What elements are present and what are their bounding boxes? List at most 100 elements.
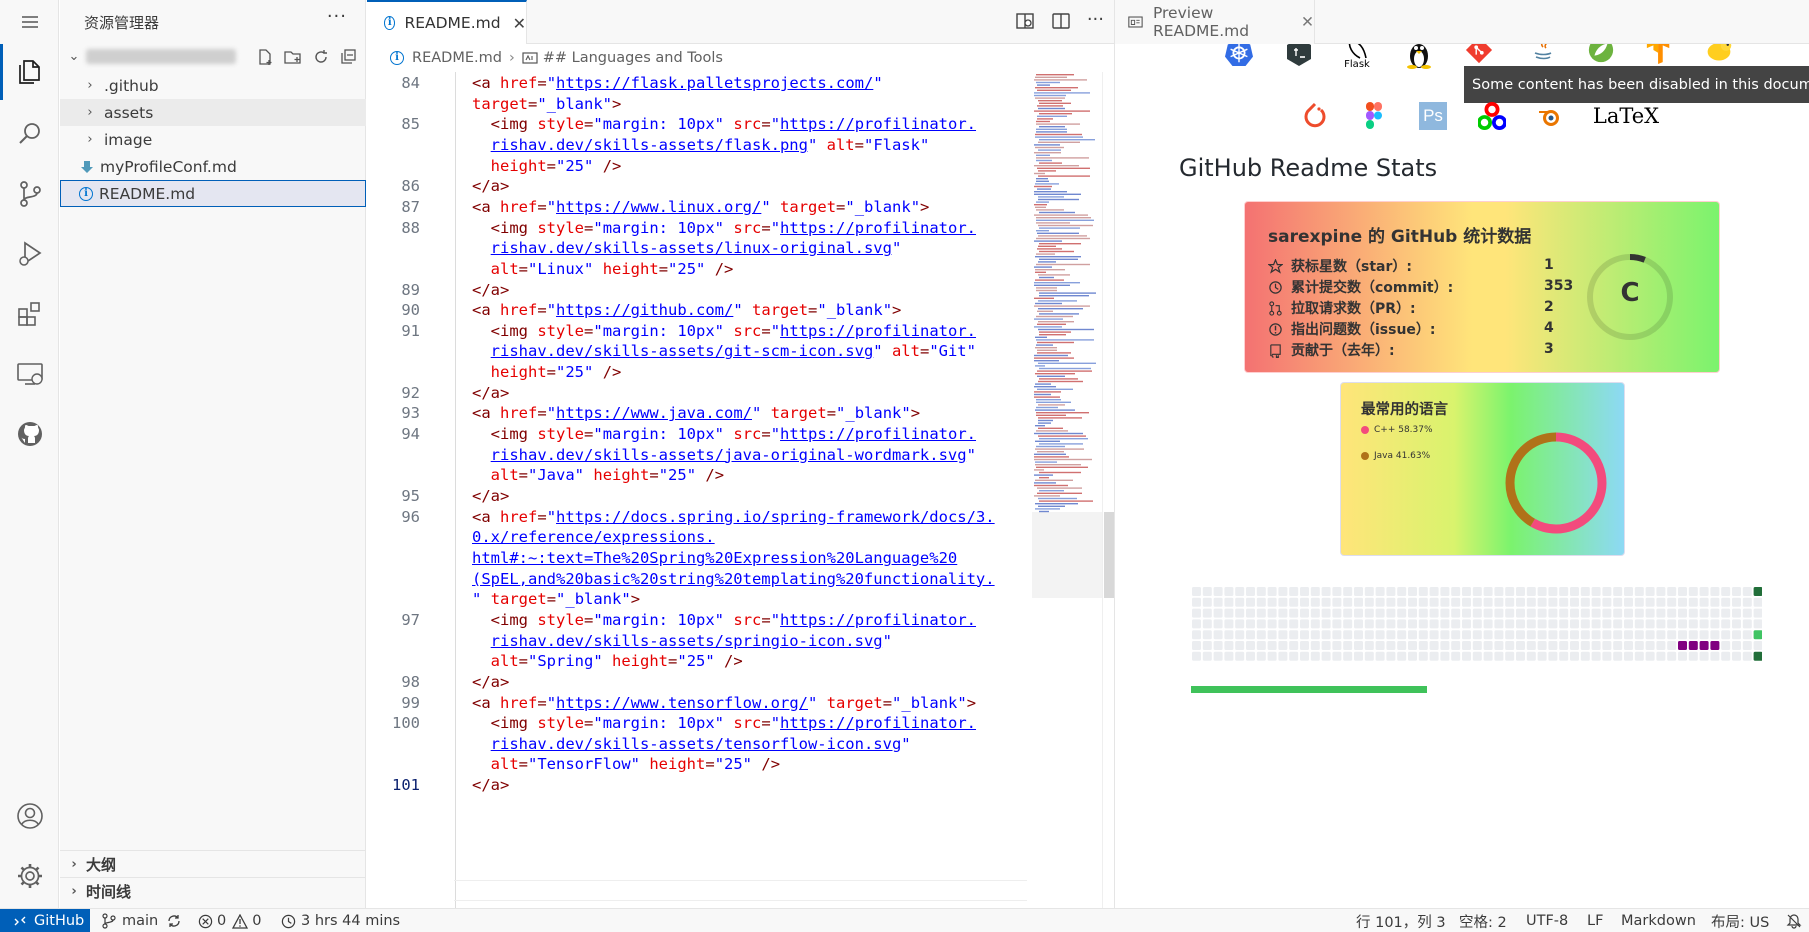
bash-icon[interactable] — [1285, 44, 1313, 66]
workspace-folder-header[interactable]: ⌄ — [60, 44, 366, 72]
code-line[interactable]: </a> — [472, 487, 509, 505]
open-preview-side-icon[interactable] — [1015, 11, 1035, 31]
more-actions-icon[interactable]: ··· — [1087, 11, 1104, 31]
settings-gear-icon[interactable] — [0, 848, 59, 904]
tab-preview-readme[interactable]: Preview README.md ✕ — [1115, 0, 1315, 44]
tree-file-readme[interactable]: i README.md — [60, 180, 366, 207]
new-folder-icon[interactable] — [284, 48, 302, 66]
breadcrumb-section[interactable]: ## Languages and Tools — [543, 50, 723, 66]
encoding-indicator[interactable]: UTF-8 — [1526, 909, 1568, 932]
code-line[interactable]: (SpEL,and%20basic%20string%20templating%… — [472, 570, 995, 588]
extensions-icon[interactable] — [0, 286, 59, 342]
spring-icon[interactable] — [1587, 44, 1615, 64]
code-line[interactable]: alt="Java" height="25" /> — [472, 466, 724, 484]
source-control-icon[interactable] — [0, 166, 59, 222]
collapse-all-icon[interactable] — [340, 48, 358, 66]
linux-icon[interactable] — [1405, 44, 1433, 69]
code-line[interactable]: rishav.dev/skills-assets/java-original-w… — [472, 446, 976, 464]
scrollbar-thumb[interactable] — [1104, 512, 1114, 598]
code-line[interactable]: rishav.dev/skills-assets/tensorflow-icon… — [472, 735, 911, 753]
code-line[interactable]: </a> — [472, 384, 509, 402]
code-line[interactable]: <img style="margin: 10px" src="https://p… — [472, 322, 976, 340]
explorer-icon[interactable] — [0, 44, 59, 100]
code-editor[interactable]: 84 <a href="https://flask.palletsprojects… — [367, 72, 1027, 908]
code-line[interactable]: <a href="https://www.linux.org/" target=… — [472, 198, 929, 216]
wakatime-indicator[interactable]: 3 hrs 44 mins — [281, 909, 400, 932]
top-languages-card[interactable]: 最常用的语言 C++ 58.37% Java 41.63% — [1340, 382, 1625, 556]
code-line[interactable]: height="25" /> — [472, 363, 622, 381]
code-line[interactable]: rishav.dev/skills-assets/linux-original.… — [472, 239, 902, 257]
notifications-bell-icon[interactable] — [1786, 909, 1802, 932]
preview-content[interactable]: Flask Some content has been disabled in … — [1115, 44, 1809, 908]
blender-icon[interactable] — [1536, 102, 1564, 130]
run-debug-icon[interactable] — [0, 226, 59, 282]
search-icon[interactable] — [0, 106, 59, 162]
refresh-icon[interactable] — [312, 48, 330, 66]
menu-icon[interactable] — [0, 0, 59, 44]
code-line[interactable]: " target="_blank"> — [472, 590, 640, 608]
outline-section-header[interactable]: › 大纲 — [60, 850, 366, 877]
tab-readme[interactable]: i README.md ✕ — [367, 0, 527, 44]
language-mode-indicator[interactable]: Markdown — [1621, 909, 1696, 932]
java-icon[interactable] — [1529, 44, 1557, 64]
code-line[interactable]: </a> — [472, 177, 509, 195]
remote-indicator[interactable]: GitHub — [0, 909, 90, 932]
tensorflow-icon[interactable] — [1645, 44, 1673, 64]
code-line[interactable]: rishav.dev/skills-assets/springio-icon.s… — [472, 632, 892, 650]
cursor-position[interactable]: 行 101，列 3 — [1356, 909, 1446, 932]
code-line[interactable]: height="25" /> — [472, 157, 622, 175]
tree-folder-image[interactable]: › image — [60, 126, 366, 153]
account-icon[interactable] — [0, 788, 59, 844]
code-line[interactable]: <a href="https://www.tensorflow.org/" ta… — [472, 694, 976, 712]
code-line[interactable]: <img style="margin: 10px" src="https://p… — [472, 425, 976, 443]
tree-file-myprofileconf[interactable]: myProfileConf.md — [60, 153, 366, 180]
timeline-section-header[interactable]: › 时间线 — [60, 877, 366, 904]
code-line[interactable]: <a href="https://www.java.com/" target="… — [472, 404, 920, 422]
breadcrumb-file[interactable]: README.md — [412, 50, 502, 66]
keyboard-layout-indicator[interactable]: 布局: US — [1711, 909, 1769, 932]
close-icon[interactable]: ✕ — [1301, 13, 1314, 31]
code-line[interactable]: <a href="https://github.com/" target="_b… — [472, 301, 901, 319]
new-file-icon[interactable] — [256, 48, 274, 66]
code-line[interactable]: html#:~:text=The%20Spring%20Expression%2… — [472, 549, 957, 567]
opencv-icon[interactable] — [1478, 102, 1506, 130]
code-line[interactable]: rishav.dev/skills-assets/git-scm-icon.sv… — [472, 342, 976, 360]
vertical-scrollbar[interactable] — [1102, 72, 1114, 908]
indentation-indicator[interactable]: 空格: 2 — [1459, 909, 1507, 932]
remote-explorer-icon[interactable] — [0, 346, 59, 402]
tree-folder-github[interactable]: › .github — [60, 72, 366, 99]
code-line[interactable]: <a href="https://docs.spring.io/spring-f… — [472, 508, 995, 526]
github-icon[interactable] — [0, 406, 59, 462]
code-line[interactable]: <img style="margin: 10px" src="https://p… — [472, 115, 976, 133]
code-line[interactable]: </a> — [472, 673, 509, 691]
figma-icon[interactable] — [1360, 102, 1388, 130]
close-icon[interactable]: ✕ — [513, 14, 526, 33]
latex-icon[interactable]: LaTeX — [1593, 102, 1659, 130]
github-stats-card[interactable]: sarexpine 的 GitHub 统计数据 获标星数（star）: 1 累计… — [1244, 201, 1720, 373]
code-line[interactable]: <img style="margin: 10px" src="https://p… — [472, 714, 976, 732]
flask-icon[interactable]: Flask — [1343, 44, 1371, 72]
minimap[interactable] — [1032, 72, 1102, 908]
sync-icon[interactable] — [166, 913, 182, 929]
code-line[interactable]: alt="Spring" height="25" /> — [472, 652, 743, 670]
code-line[interactable]: <img style="margin: 10px" src="https://p… — [472, 219, 976, 237]
problems-indicator[interactable]: 0 0 — [198, 909, 261, 932]
code-line[interactable]: </a> — [472, 776, 509, 794]
kubernetes-icon[interactable] — [1225, 44, 1253, 66]
branch-indicator[interactable]: main — [102, 909, 182, 932]
code-line[interactable]: target="_blank"> — [472, 95, 621, 113]
split-editor-icon[interactable] — [1051, 11, 1071, 31]
code-line[interactable]: <a href="https://flask.palletsprojects.c… — [472, 74, 883, 92]
code-line[interactable]: 0.x/reference/expressions. — [472, 528, 715, 546]
code-line[interactable]: alt="TensorFlow" height="25" /> — [472, 755, 780, 773]
code-line[interactable]: </a> — [472, 281, 509, 299]
pytorch-icon[interactable] — [1301, 102, 1329, 130]
photoshop-icon[interactable]: Ps — [1419, 102, 1447, 130]
minimap-slider[interactable] — [1032, 512, 1102, 598]
git-icon[interactable] — [1465, 44, 1493, 64]
code-line[interactable]: <img style="margin: 10px" src="https://p… — [472, 611, 976, 629]
code-line[interactable]: rishav.dev/skills-assets/flask.png" alt=… — [472, 136, 930, 154]
eol-indicator[interactable]: LF — [1587, 909, 1603, 932]
tree-folder-assets[interactable]: › assets — [60, 99, 366, 126]
hadoop-icon[interactable] — [1705, 44, 1733, 64]
